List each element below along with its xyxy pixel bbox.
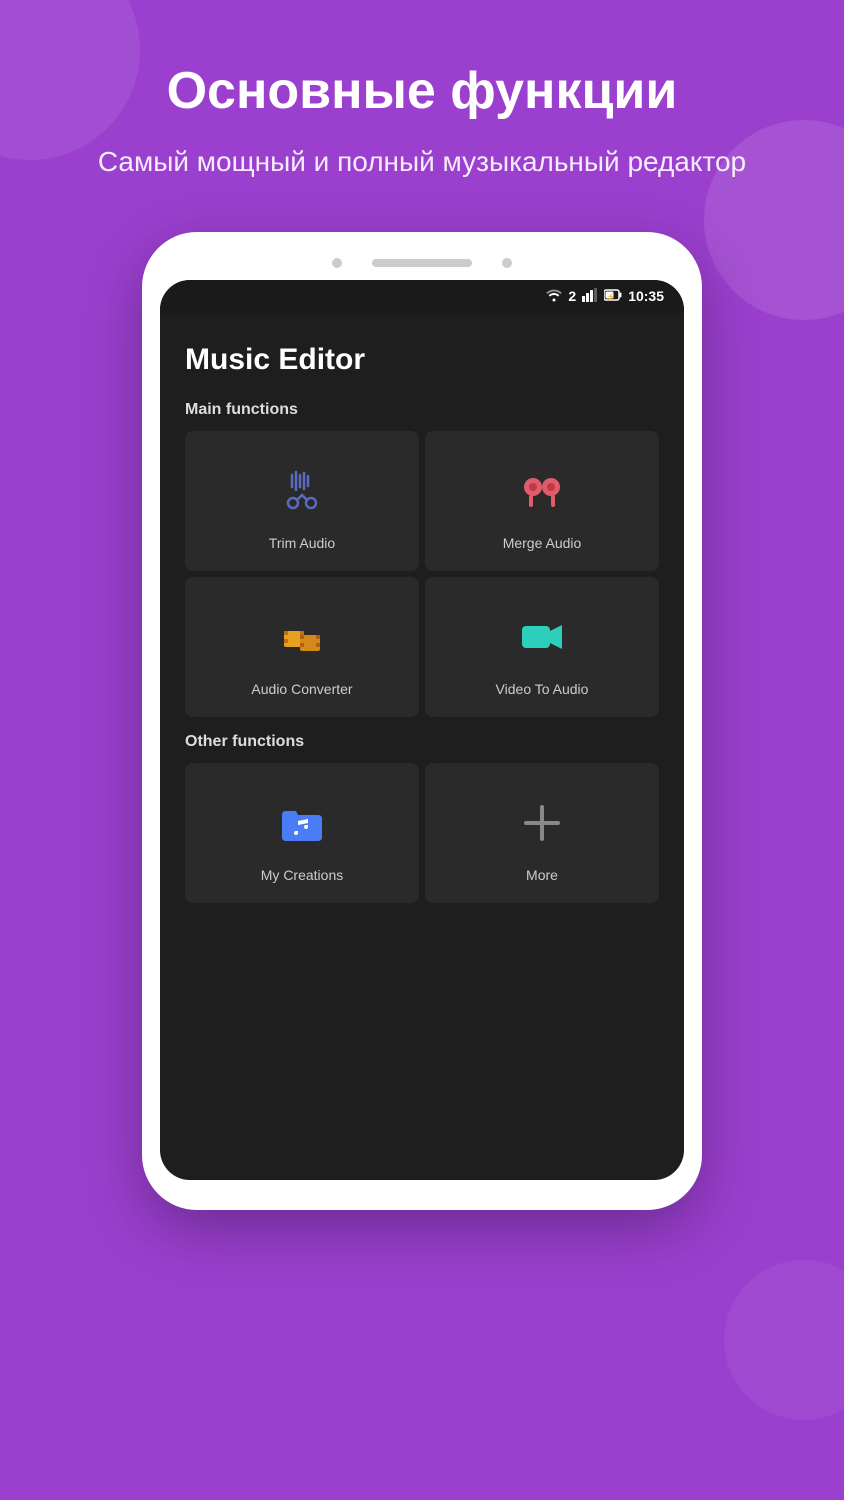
- phone-top-bar: [160, 250, 684, 280]
- other-functions-section: Other functions: [185, 733, 659, 903]
- bg-decoration-circle-bottom: [724, 1260, 844, 1420]
- signal-icon: [582, 288, 598, 305]
- merge-audio-icon: [512, 461, 572, 521]
- wifi-icon: [546, 288, 562, 305]
- svg-text:⚡: ⚡: [607, 292, 616, 301]
- other-functions-grid: My Creations More: [185, 763, 659, 903]
- page-title: Основные функции: [60, 60, 784, 122]
- more-label: More: [526, 867, 558, 883]
- trim-audio-card[interactable]: Trim Audio: [185, 431, 419, 571]
- trim-audio-label: Trim Audio: [269, 535, 335, 551]
- my-creations-card[interactable]: My Creations: [185, 763, 419, 903]
- phone-mockup: 2: [142, 232, 702, 1210]
- status-bar: 2: [160, 280, 684, 313]
- phone-speaker: [372, 259, 472, 267]
- more-icon: [512, 793, 572, 853]
- status-time: 10:35: [628, 288, 664, 304]
- audio-converter-card[interactable]: Audio Converter: [185, 577, 419, 717]
- video-to-audio-label: Video To Audio: [496, 681, 589, 697]
- my-creations-icon: [272, 793, 332, 853]
- audio-converter-label: Audio Converter: [251, 681, 352, 697]
- app-content: Music Editor Main functions: [160, 313, 684, 929]
- phone-outer-frame: 2: [142, 232, 702, 1210]
- trim-audio-icon: [272, 461, 332, 521]
- status-icons: 2: [546, 288, 664, 305]
- video-to-audio-card[interactable]: Video To Audio: [425, 577, 659, 717]
- page-subtitle: Самый мощный и полный музыкальный редакт…: [60, 142, 784, 181]
- my-creations-label: My Creations: [261, 867, 343, 883]
- sim-indicator: 2: [568, 288, 576, 304]
- app-title: Music Editor: [185, 343, 659, 377]
- phone-screen: 2: [160, 280, 684, 1180]
- main-functions-label: Main functions: [185, 401, 659, 419]
- more-card[interactable]: More: [425, 763, 659, 903]
- audio-converter-icon: [272, 607, 332, 667]
- other-functions-label: Other functions: [185, 733, 659, 751]
- header-section: Основные функции Самый мощный и полный м…: [0, 0, 844, 212]
- merge-audio-label: Merge Audio: [503, 535, 582, 551]
- video-to-audio-icon: [512, 607, 572, 667]
- phone-sensor-right: [502, 258, 512, 268]
- merge-audio-card[interactable]: Merge Audio: [425, 431, 659, 571]
- phone-sensor-left: [332, 258, 342, 268]
- main-functions-grid: Trim Audio: [185, 431, 659, 717]
- battery-icon: ⚡: [604, 289, 622, 304]
